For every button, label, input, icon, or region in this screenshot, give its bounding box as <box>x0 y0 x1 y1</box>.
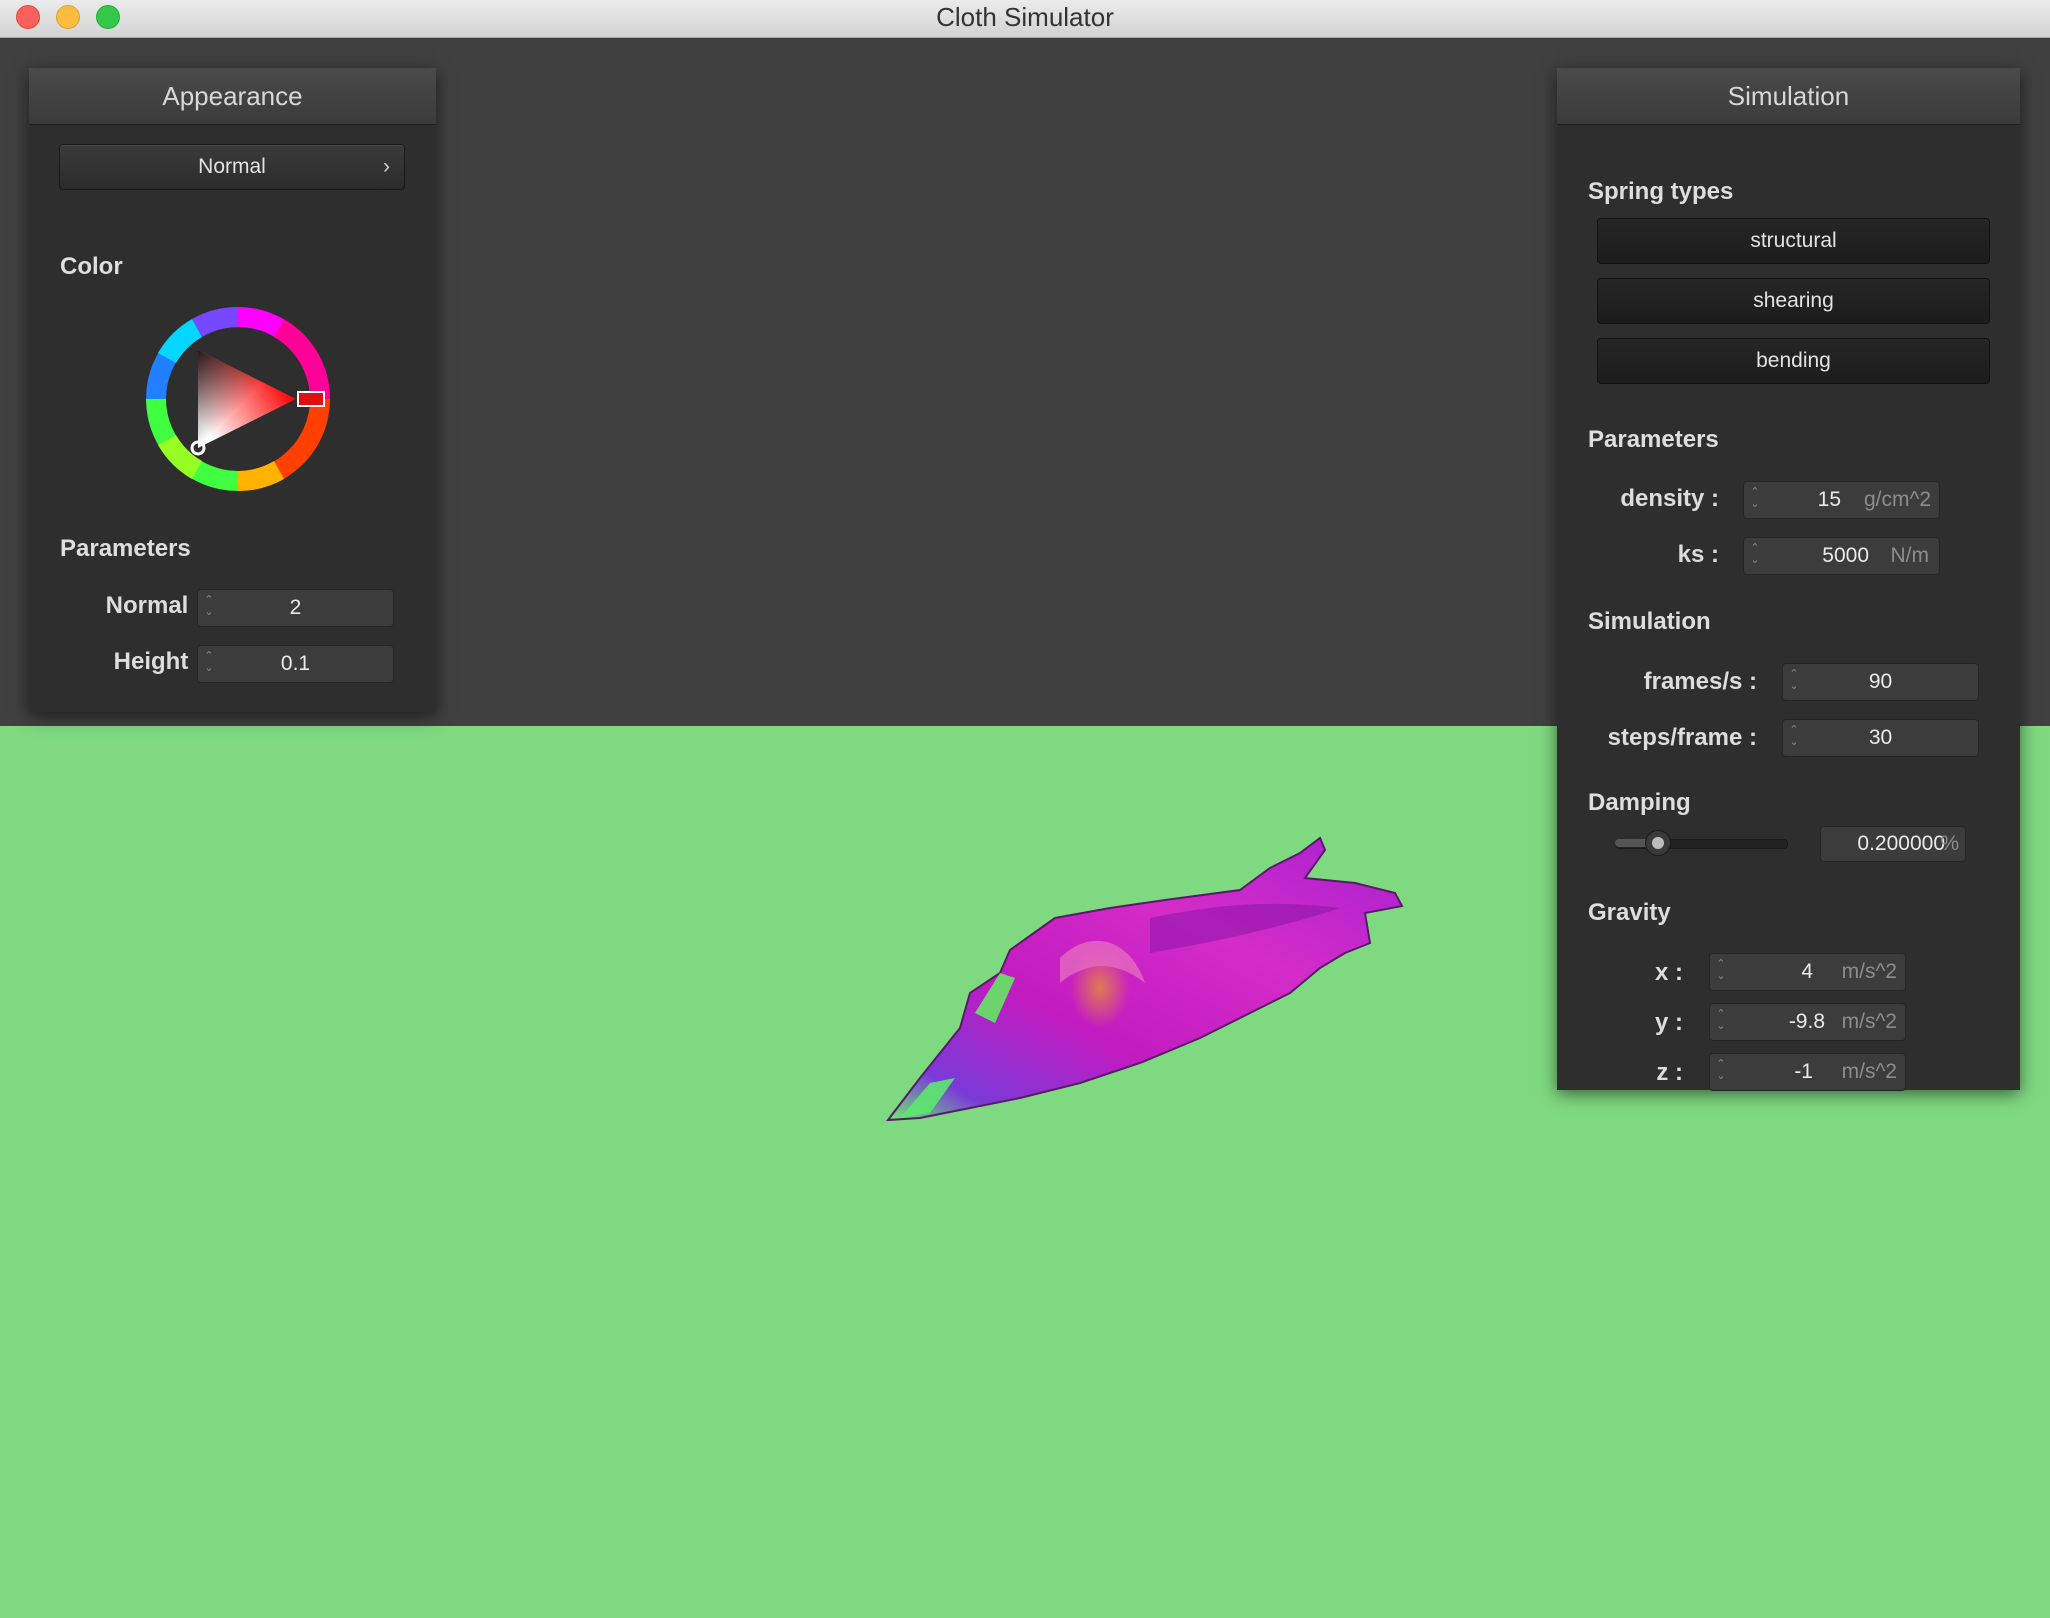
gravity-y-input[interactable]: ⌃ ⌄ -9.8 m/s^2 <box>1709 1003 1906 1041</box>
ks-input[interactable]: ⌃ ⌄ 5000 N/m <box>1743 537 1940 575</box>
appearance-parameters-label: Parameters <box>60 535 191 562</box>
density-value: 15 <box>1817 488 1841 511</box>
gravity-label: Gravity <box>1588 899 1671 926</box>
chevron-up-down-icon[interactable]: ⌃ ⌄ <box>1716 958 1726 986</box>
spring-types-label: Spring types <box>1588 178 1734 205</box>
chevron-right-icon: › <box>383 155 390 178</box>
simulation-section-label: Simulation <box>1588 608 1711 635</box>
shader-select-label: Normal <box>198 155 266 178</box>
simulation-panel-title[interactable]: Simulation <box>1557 68 2020 125</box>
gravity-y-unit: m/s^2 <box>1841 1010 1897 1033</box>
render-viewport[interactable]: Appearance Normal › Color Parameters Nor… <box>0 38 2050 1618</box>
gravity-z-label: z : <box>1656 1059 1683 1086</box>
appearance-panel-title[interactable]: Appearance <box>29 68 436 125</box>
gravity-x-value: 4 <box>1801 960 1813 983</box>
gravity-x-unit: m/s^2 <box>1841 960 1897 983</box>
steps-per-frame-value: 30 <box>1868 726 1893 749</box>
damping-input[interactable]: 0.200000 % <box>1820 826 1966 862</box>
height-value: 0.1 <box>280 652 311 675</box>
color-wheel[interactable] <box>143 304 333 494</box>
normal-value: 2 <box>289 596 302 619</box>
frames-per-s-input[interactable]: ⌃ ⌄ 90 <box>1782 663 1979 701</box>
damping-value: 0.200000 <box>1857 832 1945 855</box>
normal-input[interactable]: ⌃ ⌄ 2 <box>197 589 394 627</box>
hue-handle <box>297 391 325 407</box>
gravity-z-input[interactable]: ⌃ ⌄ -1 m/s^2 <box>1709 1053 1906 1091</box>
shader-select[interactable]: Normal › <box>59 144 405 190</box>
gravity-y-label: y : <box>1654 1009 1683 1036</box>
ks-unit: N/m <box>1890 544 1930 567</box>
chevron-up-down-icon[interactable]: ⌃ ⌄ <box>1716 1058 1726 1086</box>
appearance-panel: Appearance Normal › Color Parameters Nor… <box>29 68 436 712</box>
frames-per-s-label: frames/s : <box>1643 668 1757 695</box>
simulation-panel: Simulation Spring types structural shear… <box>1557 68 2020 1091</box>
gravity-x-label: x : <box>1654 959 1683 986</box>
damping-slider-knob[interactable] <box>1644 830 1671 856</box>
normal-label: Normal : <box>105 592 203 619</box>
chevron-up-down-icon[interactable]: ⌃ ⌄ <box>1750 486 1760 514</box>
ks-value: 5000 <box>1822 544 1869 567</box>
sim-parameters-label: Parameters <box>1588 426 1719 453</box>
steps-per-frame-input[interactable]: ⌃ ⌄ 30 <box>1782 719 1979 757</box>
title-bar: Cloth Simulator <box>0 0 2050 38</box>
chevron-up-down-icon[interactable]: ⌃ ⌄ <box>1750 542 1760 570</box>
height-label: Height : <box>113 648 203 675</box>
damping-unit: % <box>1940 832 1959 855</box>
density-label: density : <box>1620 485 1719 512</box>
shearing-button[interactable]: shearing <box>1597 278 1990 324</box>
chevron-up-down-icon[interactable]: ⌃ ⌄ <box>1716 1008 1726 1036</box>
gravity-y-value: -9.8 <box>1788 1010 1825 1033</box>
damping-slider[interactable] <box>1615 830 1788 856</box>
density-unit: g/cm^2 <box>1863 488 1931 511</box>
gravity-z-value: -1 <box>1794 1060 1813 1083</box>
damping-label: Damping <box>1588 789 1691 816</box>
structural-button[interactable]: structural <box>1597 218 1990 264</box>
gravity-z-unit: m/s^2 <box>1841 1060 1897 1083</box>
density-input[interactable]: ⌃ ⌄ 15 g/cm^2 <box>1743 481 1940 519</box>
gravity-x-input[interactable]: ⌃ ⌄ 4 m/s^2 <box>1709 953 1906 991</box>
height-input[interactable]: ⌃ ⌄ 0.1 <box>197 645 394 683</box>
bending-button[interactable]: bending <box>1597 338 1990 384</box>
window-title: Cloth Simulator <box>936 2 1114 32</box>
ks-label: ks : <box>1677 541 1719 568</box>
steps-per-frame-label: steps/frame : <box>1607 724 1757 751</box>
frames-per-s-value: 90 <box>1868 670 1893 693</box>
color-section-label: Color <box>60 253 123 280</box>
